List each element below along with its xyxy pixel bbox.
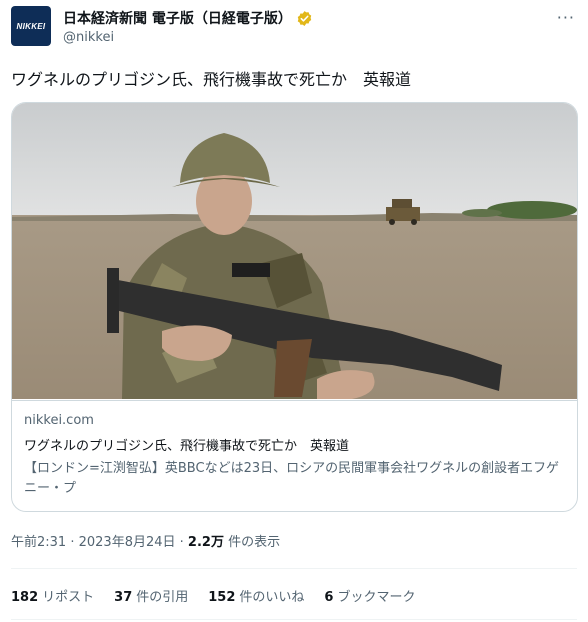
display-name[interactable]: 日本経済新聞 電子版（日経電子版） xyxy=(63,8,292,28)
tweet-header: NIKKEI 日本経済新聞 電子版（日経電子版） @nikkei ··· xyxy=(11,6,577,50)
avatar-logo-text: NIKKEI xyxy=(16,21,46,31)
card-title: ワグネルのプリゴジン氏、飛行機事故で死亡か 英報道 xyxy=(24,439,350,454)
tweet-text: ワグネルのプリゴジン氏、飛行機事故で死亡か 英報道 xyxy=(11,70,412,89)
name-line: 日本経済新聞 電子版（日経電子版） xyxy=(63,8,313,28)
views-count: 2.2万 xyxy=(187,535,224,550)
handle[interactable]: @nikkei xyxy=(63,30,114,45)
divider xyxy=(11,568,577,569)
stat-bookmarks[interactable]: 6 ブックマーク xyxy=(324,586,415,605)
verified-badge-icon[interactable] xyxy=(296,10,313,27)
views-label: 件の表示 xyxy=(228,535,281,550)
tweet-date[interactable]: 2023年8月24日 xyxy=(79,535,176,550)
meta-separator: · xyxy=(179,535,188,550)
avatar[interactable]: NIKKEI xyxy=(11,6,51,46)
tweet-time[interactable]: 午前2:31 xyxy=(11,535,66,550)
card-image[interactable] xyxy=(12,103,577,399)
more-options-icon[interactable]: ··· xyxy=(557,8,575,27)
stat-likes[interactable]: 152 件のいいね xyxy=(208,586,304,605)
engagement-stats: 182 リポスト 37 件の引用 152 件のいいね 6 ブックマーク xyxy=(11,586,415,605)
divider xyxy=(11,619,577,620)
stat-reposts[interactable]: 182 リポスト xyxy=(11,586,94,605)
link-card[interactable]: nikkei.com ワグネルのプリゴジン氏、飛行機事故で死亡か 英報道 【ロン… xyxy=(11,102,578,512)
stat-quotes[interactable]: 37 件の引用 xyxy=(114,586,188,605)
card-description: 【ロンドン=江渕智弘】英BBCなどは23日、ロシアの民間軍事会社ワグネルの創設者… xyxy=(24,461,559,496)
meta-separator: · xyxy=(70,535,79,550)
card-body[interactable]: nikkei.com ワグネルのプリゴジン氏、飛行機事故で死亡か 英報道 【ロン… xyxy=(12,400,577,511)
tweet-meta: 午前2:31 · 2023年8月24日 · 2.2万 件の表示 xyxy=(11,531,280,550)
card-domain: nikkei.com xyxy=(24,413,94,428)
